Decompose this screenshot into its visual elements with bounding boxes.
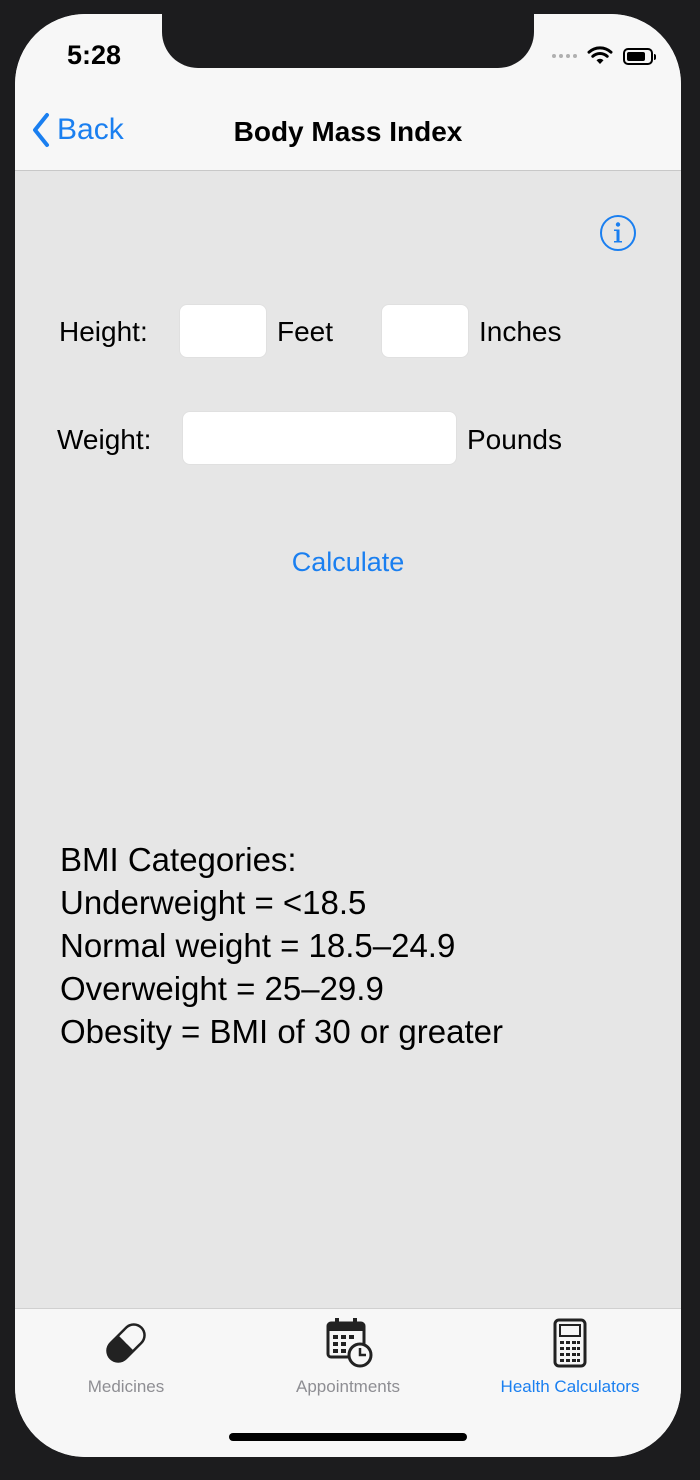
status-indicators <box>552 44 656 68</box>
height-label: Height: <box>59 316 148 347</box>
inches-unit-label: Inches <box>479 316 562 347</box>
home-indicator[interactable] <box>229 1433 467 1441</box>
tab-appointments-label: Appointments <box>296 1377 400 1396</box>
pounds-unit-label: Pounds <box>467 424 562 455</box>
info-icon[interactable] <box>599 214 637 252</box>
categories-heading: BMI Categories: <box>60 841 297 878</box>
feet-input[interactable] <box>179 304 267 358</box>
battery-icon <box>623 47 656 65</box>
weight-input[interactable] <box>182 411 457 465</box>
feet-unit-label: Feet <box>277 316 334 347</box>
weight-label: Weight: <box>57 424 152 455</box>
category-underweight: Underweight = <18.5 <box>60 884 367 921</box>
tab-health-calculators-label: Health Calculators <box>500 1377 640 1396</box>
category-overweight: Overweight = 25–29.9 <box>60 970 384 1007</box>
bmi-categories: BMI Categories: Underweight = <18.5 Norm… <box>60 838 503 1053</box>
category-obesity: Obesity = BMI of 30 or greater <box>60 1013 503 1050</box>
pill-icon <box>106 1323 146 1363</box>
status-time: 5:28 <box>67 40 122 70</box>
device-notch <box>162 14 534 68</box>
tab-appointments[interactable]: Appointments <box>237 1313 459 1397</box>
calculator-icon <box>553 1318 587 1368</box>
tab-medicines-label: Medicines <box>87 1377 165 1396</box>
inches-input[interactable] <box>381 304 469 358</box>
tab-health-calculators[interactable]: Health Calculators <box>459 1313 681 1397</box>
page-title: Body Mass Index <box>233 116 463 147</box>
tab-medicines[interactable]: Medicines <box>15 1313 237 1397</box>
phone-screen: 5:28 Back Body Mass Index Height: Feet I… <box>15 14 681 1457</box>
calendar-clock-icon <box>326 1318 373 1368</box>
category-normal: Normal weight = 18.5–24.9 <box>60 927 456 964</box>
cellular-signal-icon <box>552 54 577 58</box>
wifi-icon <box>587 46 613 64</box>
calculate-button[interactable]: Calculate <box>15 547 681 578</box>
